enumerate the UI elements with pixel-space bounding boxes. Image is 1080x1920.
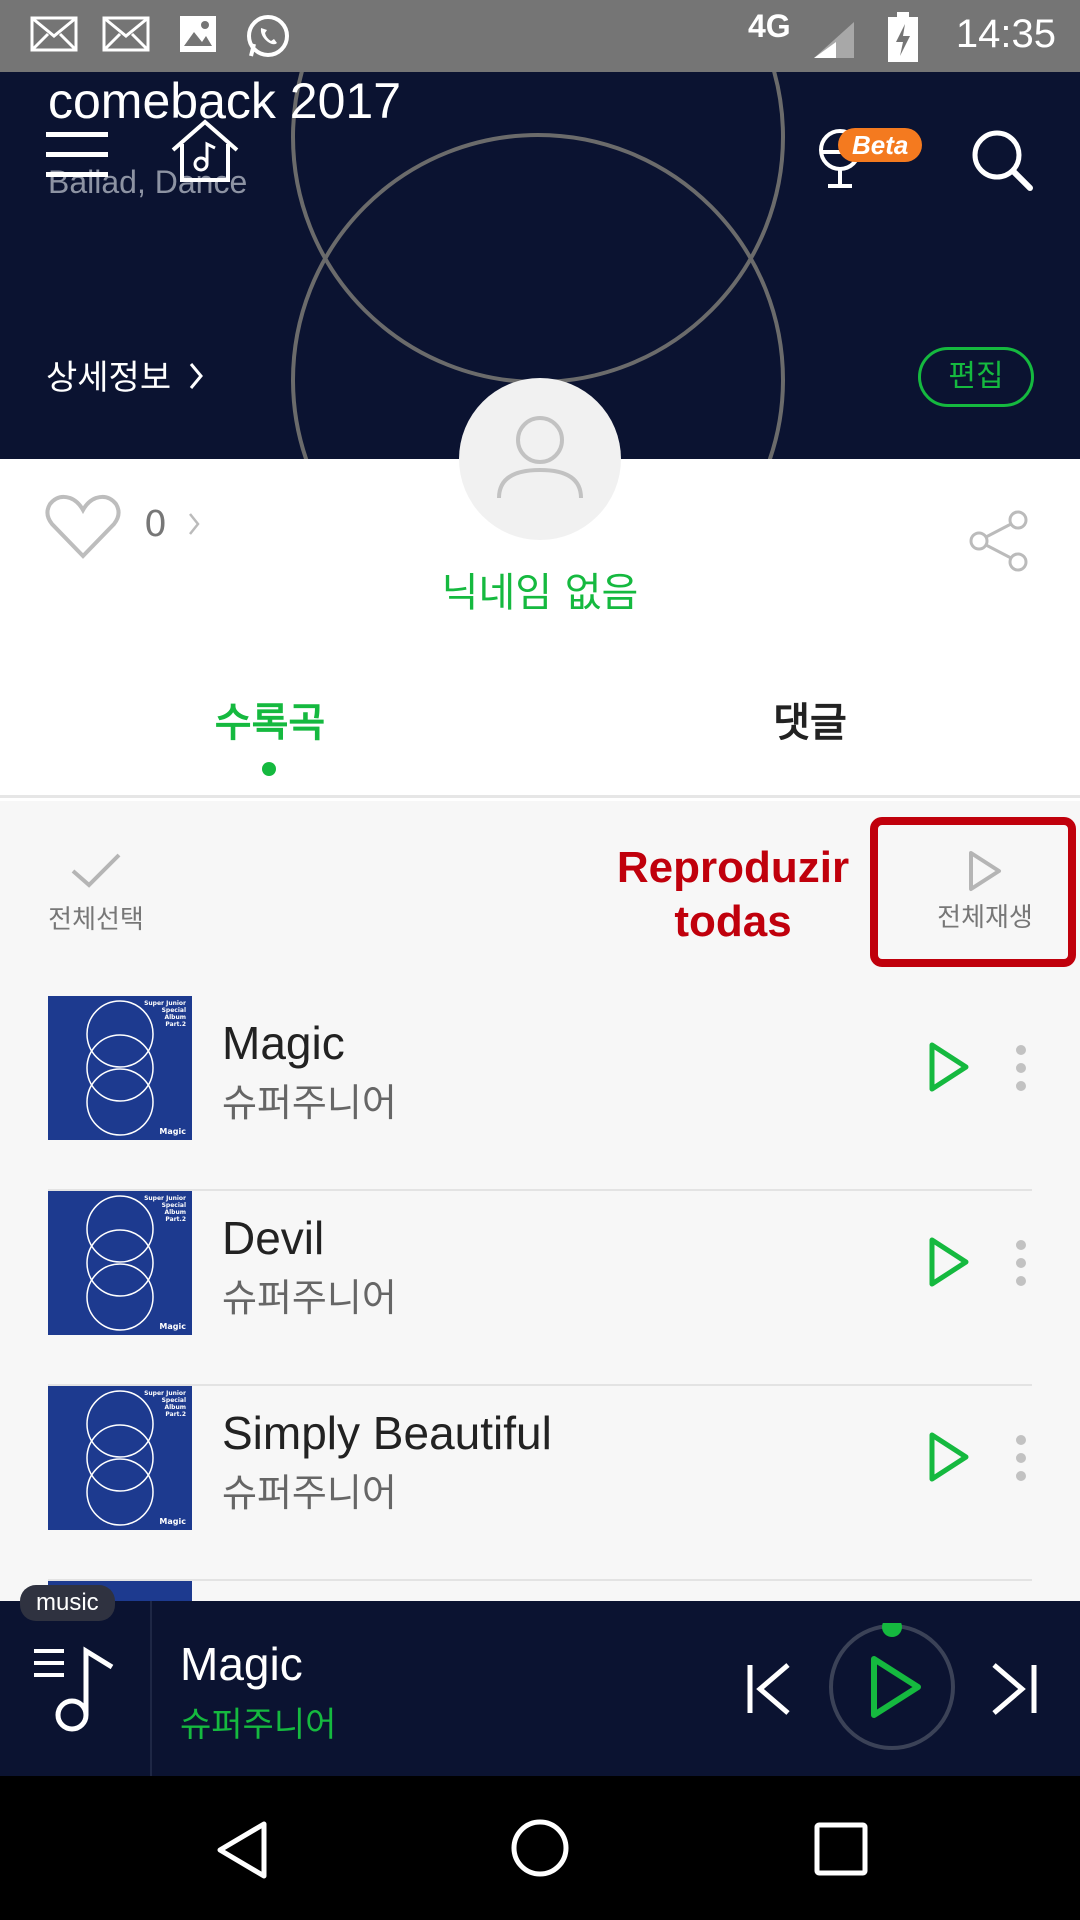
album-art-line: Super Junior [144, 1195, 186, 1202]
previous-track-icon[interactable] [746, 1661, 794, 1721]
album-art-line: Album [164, 1014, 186, 1021]
beta-badge: Beta [838, 128, 923, 162]
album-art-line: Super Junior [144, 1000, 186, 1007]
album-art-text: Super Junior Special Album Part.2 [144, 1195, 186, 1223]
heart-icon [45, 494, 121, 559]
track-play-button[interactable] [926, 1430, 972, 1488]
user-icon [497, 416, 583, 499]
track-artist: 슈퍼주니어 [222, 1081, 397, 1125]
album-art-name: Magic [159, 1517, 186, 1526]
album-art-line: Special [161, 1202, 186, 1209]
album-art-line: Part.2 [165, 1411, 186, 1418]
tab-comments[interactable]: 댓글 [540, 690, 1080, 748]
album-art: Super Junior Special Album Part.2 Magic [48, 1191, 192, 1335]
system-nav-bar [0, 1776, 1080, 1920]
clock: 14:35 [955, 12, 1056, 56]
status-bar: 4G 14:35 [0, 0, 1080, 72]
album-art-text: Super Junior Special Album Part.2 [144, 1390, 186, 1418]
album-art-name: Magic [159, 1322, 186, 1331]
annotation-line-2: todas [674, 897, 792, 946]
track-row[interactable]: Super Junior Special Album Part.2 Magic … [48, 996, 1032, 1191]
album-art-line: Part.2 [165, 1021, 186, 1028]
album-art-line: Album [164, 1209, 186, 1216]
tab-bar: 수록곡 댓글 [0, 680, 1080, 798]
track-artist: 슈퍼주니어 [222, 1471, 397, 1515]
chevron-right-icon [188, 360, 204, 400]
annotation-line-1: Reproduzir [616, 843, 850, 892]
play-all-button[interactable]: 전체재생 [930, 849, 1040, 934]
avatar[interactable] [459, 378, 621, 540]
album-art-line: Special [161, 1007, 186, 1014]
album-art: Super Junior Special Album Part.2 Magic [48, 996, 192, 1140]
more-options-icon[interactable] [1014, 1044, 1028, 1096]
track-title: Devil [222, 1212, 325, 1264]
select-all-label: 전체선택 [48, 905, 144, 935]
track-row[interactable]: Super Junior Special Album Part.2 Magic … [48, 1386, 1032, 1581]
active-tab-indicator [262, 762, 276, 776]
music-home-icon[interactable] [170, 118, 240, 188]
album-art-name: Magic [159, 1127, 186, 1136]
play-icon [969, 851, 1001, 891]
like-count[interactable]: 0 [144, 504, 200, 545]
music-badge: music [20, 1585, 115, 1621]
signal-icon [812, 20, 856, 64]
edit-button[interactable]: 편집 [918, 347, 1034, 407]
tab-tracks[interactable]: 수록곡 [0, 690, 540, 748]
track-artist: 슈퍼주니어 [222, 1276, 397, 1320]
album-art-line: Special [161, 1397, 186, 1404]
track-play-button[interactable] [926, 1040, 972, 1098]
track-play-button[interactable] [926, 1235, 972, 1293]
divider [150, 1601, 152, 1776]
detail-info-label: 상세정보 [46, 358, 172, 398]
track-title: Magic [222, 1017, 345, 1069]
search-icon[interactable] [970, 128, 1034, 196]
home-icon[interactable] [510, 1818, 570, 1882]
select-all-button[interactable]: 전체선택 [46, 851, 146, 936]
more-options-icon[interactable] [1014, 1239, 1028, 1291]
album-art-line: Part.2 [165, 1216, 186, 1223]
play-icon [929, 1042, 969, 1092]
like-button[interactable] [44, 494, 122, 564]
play-pause-button[interactable] [828, 1617, 956, 1755]
track-title: Simply Beautiful [222, 1407, 552, 1459]
chevron-right-icon [188, 504, 200, 545]
battery-charging-icon [888, 12, 918, 66]
back-icon[interactable] [214, 1820, 270, 1884]
like-count-value: 0 [144, 504, 167, 545]
mail-icon [30, 14, 78, 58]
track-list-section: 전체선택 Reproduzir todas 전체재생 Super Junior … [0, 801, 1080, 1601]
now-playing-artist: 슈퍼주니어 [180, 1705, 337, 1745]
album-art-line: Album [164, 1404, 186, 1411]
album-art-line: Super Junior [144, 1390, 186, 1397]
play-icon [929, 1432, 969, 1482]
now-playing-title: Magic [180, 1638, 303, 1690]
recents-icon[interactable] [814, 1822, 868, 1880]
nickname: 닉네임 없음 [441, 570, 639, 616]
network-type: 4G [748, 8, 791, 44]
next-track-icon[interactable] [990, 1661, 1038, 1721]
annotation-label: Reproduzir todas [590, 841, 876, 949]
menu-icon[interactable] [46, 130, 108, 184]
share-icon[interactable] [968, 510, 1030, 576]
mail-icon [102, 14, 150, 58]
more-options-icon[interactable] [1014, 1434, 1028, 1486]
mini-player[interactable]: Magic 슈퍼주니어 [0, 1601, 1080, 1776]
whatsapp-icon [244, 14, 292, 64]
image-icon [178, 14, 218, 58]
track-row[interactable]: Super Junior Special Album Part.2 Magic … [48, 1191, 1032, 1386]
detail-info-link[interactable]: 상세정보 [46, 350, 204, 400]
play-icon [929, 1237, 969, 1287]
album-art-text: Super Junior Special Album Part.2 [144, 1000, 186, 1028]
checkmark-icon [71, 853, 121, 888]
album-art: Super Junior Special Album Part.2 Magic [48, 1386, 192, 1530]
playlist-queue-icon[interactable] [32, 1645, 122, 1739]
play-all-label: 전체재생 [937, 903, 1033, 933]
